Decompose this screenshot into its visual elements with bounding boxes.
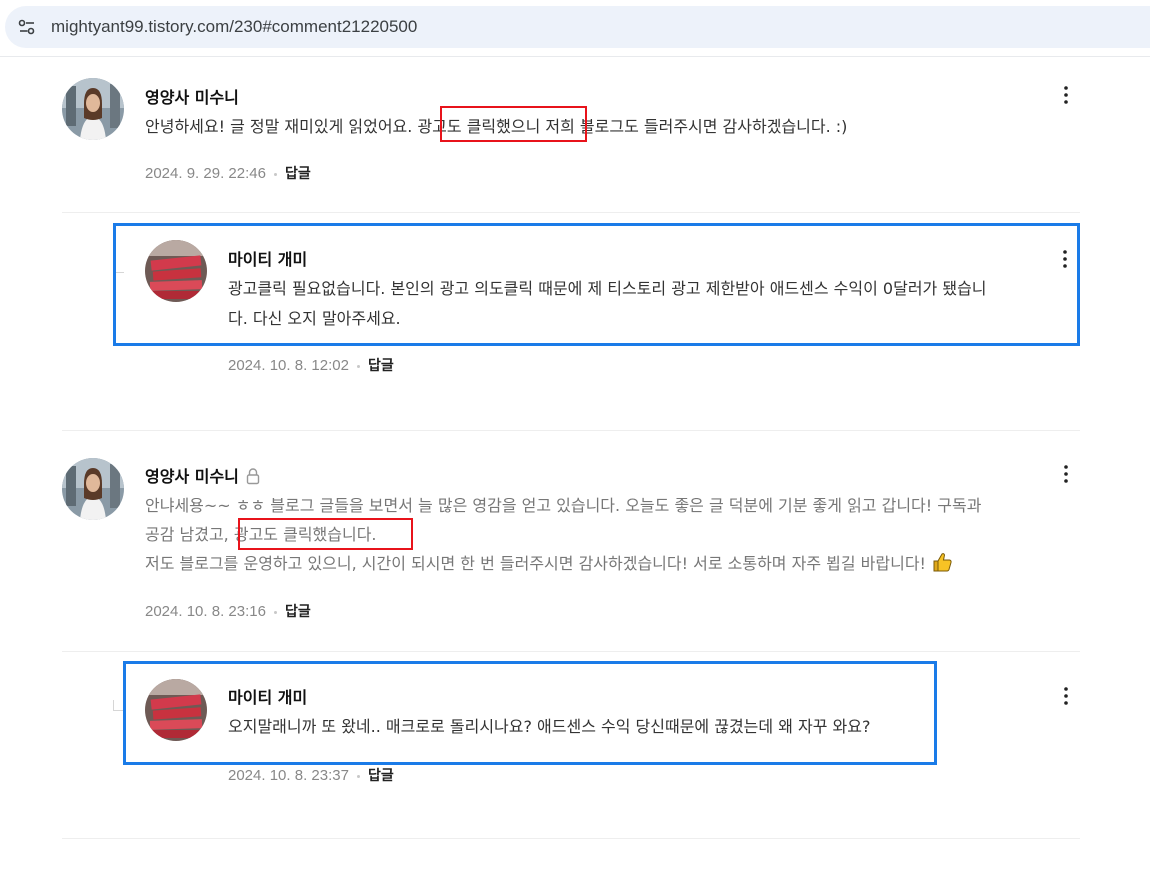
reply-button[interactable]: 답글 xyxy=(368,768,394,784)
reply-button[interactable]: 답글 xyxy=(285,166,311,182)
reply-date: 2024. 10. 8. 23:37 xyxy=(228,767,349,784)
avatar[interactable] xyxy=(62,458,124,520)
separator-dot xyxy=(273,610,277,614)
more-vertical-icon[interactable] xyxy=(1058,685,1074,707)
separator-dot xyxy=(356,774,360,778)
comment-text-line: 저도 블로그를 운영하고 있으니, 시간이 되시면 한 번 들러주시면 감사하겠… xyxy=(145,554,926,573)
reply-button[interactable]: 답글 xyxy=(285,604,311,620)
comment-divider xyxy=(62,430,1080,431)
thumbs-up-icon xyxy=(933,553,952,572)
comment-meta: 2024. 9. 29. 22:46 답글 xyxy=(145,163,311,183)
comment-author[interactable]: 영양사 미수니 xyxy=(145,84,239,108)
reply-button[interactable]: 답글 xyxy=(368,358,394,374)
more-vertical-icon[interactable] xyxy=(1058,463,1074,485)
reply-meta: 2024. 10. 8. 23:37 답글 xyxy=(228,765,394,785)
reply-meta: 2024. 10. 8. 12:02 답글 xyxy=(228,355,394,375)
avatar-image xyxy=(62,78,124,140)
comment-text: 저도 블로그를 운영하고 있으니, 시간이 되시면 한 번 들러주시면 감사하겠… xyxy=(145,549,953,578)
tune-icon[interactable] xyxy=(17,17,37,37)
highlight-box-blue xyxy=(113,223,1080,346)
lock-icon xyxy=(246,468,260,485)
toolbar-divider xyxy=(0,56,1150,57)
separator-dot xyxy=(356,364,360,368)
comment-divider xyxy=(62,838,1080,839)
address-bar[interactable]: mightyant99.tistory.com/230#comment21220… xyxy=(5,6,1150,48)
comment-author[interactable]: 영양사 미수니 xyxy=(145,463,261,487)
comment-date: 2024. 10. 8. 23:16 xyxy=(145,603,266,620)
comment-meta: 2024. 10. 8. 23:16 답글 xyxy=(145,601,311,621)
more-vertical-icon[interactable] xyxy=(1058,84,1074,106)
comment-date: 2024. 9. 29. 22:46 xyxy=(145,165,266,182)
url-text[interactable]: mightyant99.tistory.com/230#comment21220… xyxy=(51,17,417,37)
comment-author-name[interactable]: 영양사 미수니 xyxy=(145,467,239,486)
avatar[interactable] xyxy=(62,78,124,140)
comment-divider xyxy=(62,651,1080,652)
highlight-box-red xyxy=(238,518,413,550)
highlight-box-blue xyxy=(123,661,937,765)
comment-text: 안냐세용~~ ㅎㅎ 블로그 글들을 보면서 늘 많은 영감을 얻고 있습니다. … xyxy=(145,496,982,515)
separator-dot xyxy=(273,172,277,176)
comment-divider xyxy=(62,212,1080,213)
avatar-image xyxy=(62,458,124,520)
highlight-box-red xyxy=(440,106,587,142)
reply-date: 2024. 10. 8. 12:02 xyxy=(228,357,349,374)
